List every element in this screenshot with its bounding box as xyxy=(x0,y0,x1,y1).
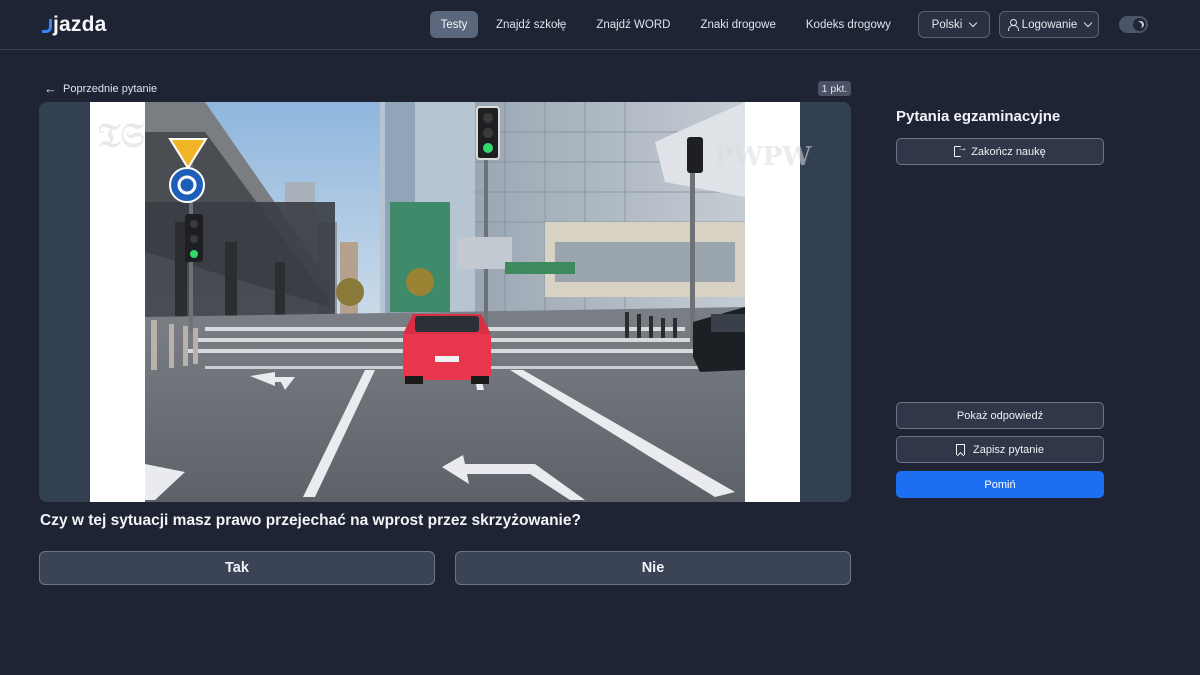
end-learning-label: Zakończ naukę xyxy=(971,145,1046,158)
skip-button[interactable]: Pomiń xyxy=(896,471,1104,498)
chevron-down-icon xyxy=(969,18,978,28)
answer-yes-button[interactable]: Tak xyxy=(39,551,435,585)
watermark-text: PWPW xyxy=(714,142,812,172)
login-label: Logowanie xyxy=(1021,18,1078,31)
moon-icon xyxy=(1135,22,1142,29)
theme-toggle-knob xyxy=(1133,18,1146,31)
question-text: Czy w tej sytuacji masz prawo przejechać… xyxy=(40,512,581,529)
bookmark-icon xyxy=(956,444,966,455)
nav-item-tests[interactable]: Testy xyxy=(430,11,478,38)
nav-item-traffic-code[interactable]: Kodeks drogowy xyxy=(794,11,903,38)
chevron-down-icon xyxy=(1084,18,1093,28)
site-logo[interactable]: jazda xyxy=(42,12,107,38)
previous-question-link[interactable]: ← Poprzednie pytanie xyxy=(44,81,157,96)
exit-icon xyxy=(954,143,967,157)
end-learning-button[interactable]: Zakończ naukę xyxy=(896,138,1104,165)
previous-question-label: Poprzednie pytanie xyxy=(63,82,158,95)
top-header: jazda Testy Znajdź szkołę Znajdź WORD Zn… xyxy=(0,0,1200,50)
login-button[interactable]: Logowanie xyxy=(999,11,1099,38)
language-label: Polski xyxy=(931,18,963,31)
show-answer-label: Pokaż odpowiedź xyxy=(956,409,1044,422)
show-answer-button[interactable]: Pokaż odpowiedź xyxy=(896,402,1104,429)
user-icon xyxy=(1007,19,1019,31)
save-question-button[interactable]: Zapisz pytanie xyxy=(896,436,1104,463)
logo-text: jazda xyxy=(53,13,107,36)
nav-item-find-school[interactable]: Znajdź szkołę xyxy=(484,11,578,38)
logo-mark-icon xyxy=(42,19,52,33)
question-image-frame: 𝔗𝔖 ⚜ xyxy=(90,102,812,502)
arrow-left-icon: ← xyxy=(44,81,57,96)
nav-item-find-word[interactable]: Znajdź WORD xyxy=(584,11,682,38)
question-media-card: 𝔗𝔖 ⚜ xyxy=(39,102,851,502)
points-badge: 1 pkt. xyxy=(818,81,851,96)
watermark-emblem-left: 𝔗𝔖 xyxy=(98,116,145,156)
save-question-label: Zapisz pytanie xyxy=(973,443,1044,456)
skip-label: Pomiń xyxy=(984,478,1016,491)
main-nav: Testy Znajdź szkołę Znajdź WORD Znaki dr… xyxy=(430,11,962,38)
language-select[interactable]: Polski xyxy=(918,11,990,38)
nav-item-road-signs[interactable]: Znaki drogowe xyxy=(688,11,787,38)
theme-toggle[interactable] xyxy=(1119,16,1148,33)
question-image xyxy=(145,102,745,502)
sidebar-title: Pytania egzaminacyjne xyxy=(896,108,1061,125)
answer-no-button[interactable]: Nie xyxy=(455,551,851,585)
